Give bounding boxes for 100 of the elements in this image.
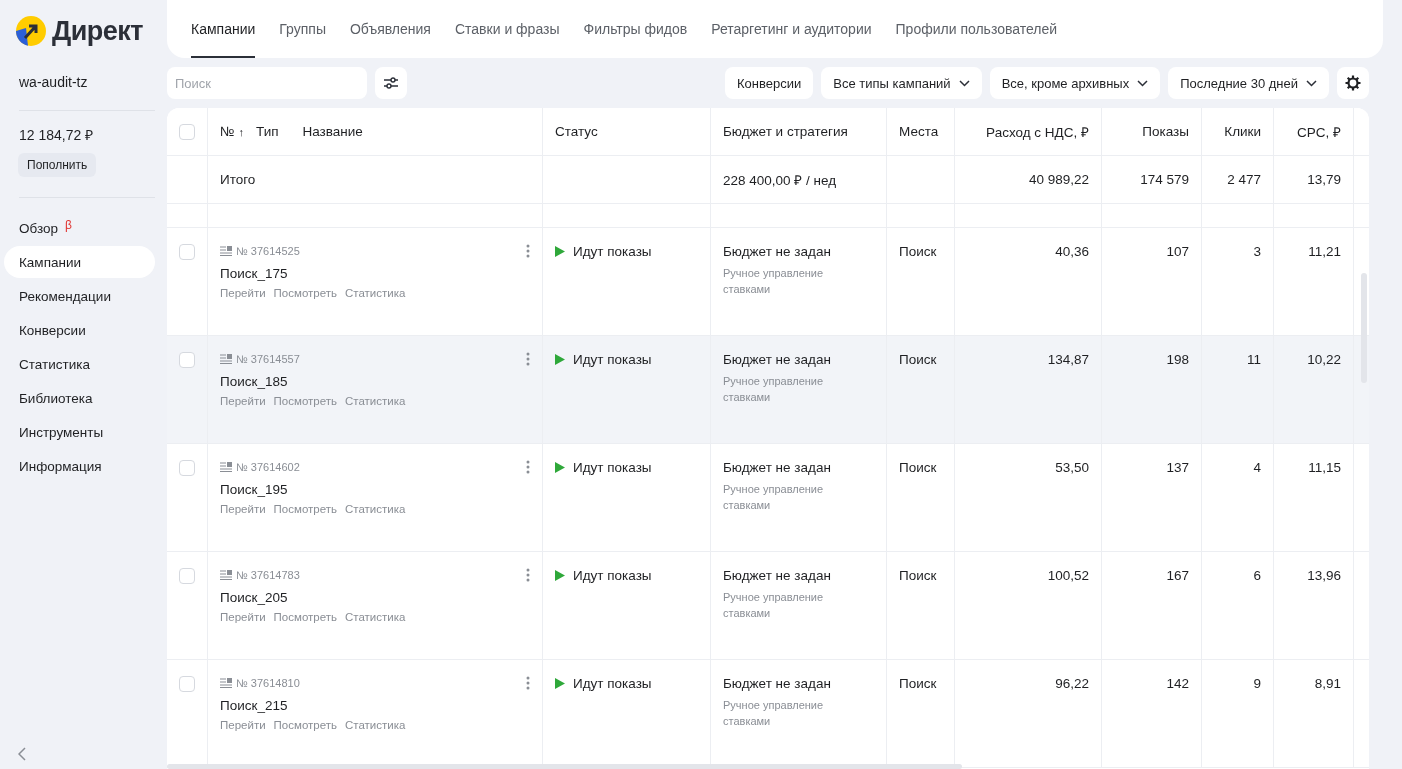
table-cell: 40 989,22 bbox=[1028, 172, 1089, 187]
tab[interactable]: Кампании bbox=[191, 0, 256, 58]
sidebar-item[interactable]: Обзор β bbox=[4, 212, 155, 244]
table-cell: 11 bbox=[1247, 352, 1261, 367]
campaign-type-icon bbox=[220, 246, 232, 256]
sidebar-item-label: Обзор bbox=[19, 220, 58, 236]
campaign-name[interactable]: Поиск_185 bbox=[220, 374, 288, 389]
status-text: Идут показы bbox=[573, 568, 652, 583]
filter-dropdown[interactable]: Последние 30 дней bbox=[1168, 67, 1329, 99]
tab[interactable]: Ретаргетинг и аудитории bbox=[711, 0, 872, 58]
table-cell: Поиск bbox=[899, 676, 937, 691]
campaign-link[interactable]: Статистика bbox=[345, 287, 406, 299]
more-icon[interactable] bbox=[526, 352, 530, 366]
search-field[interactable]: Поиск bbox=[167, 67, 367, 99]
table-cell-text: 228 400,00 ₽ / нед bbox=[723, 171, 837, 189]
tab[interactable]: Ставки и фразы bbox=[454, 0, 560, 58]
budget-text: Бюджет не задан bbox=[723, 676, 831, 691]
table-cell: 134,87 bbox=[1047, 352, 1089, 367]
checkbox[interactable] bbox=[179, 123, 195, 140]
table-cell: 142 bbox=[1166, 676, 1189, 691]
column-header[interactable]: Клики bbox=[1224, 124, 1261, 139]
sidebar-item[interactable]: Статистика bbox=[4, 348, 155, 380]
play-icon bbox=[555, 462, 565, 473]
column-header[interactable]: Места bbox=[899, 124, 939, 139]
filter-settings-button[interactable] bbox=[375, 67, 407, 99]
strategy-text: Ручное управление ставками bbox=[723, 698, 825, 729]
tab[interactable]: Фильтры фидов bbox=[583, 0, 688, 58]
sidebar-item[interactable]: Рекомендации bbox=[4, 280, 155, 312]
table-cell: 11,21 bbox=[1308, 244, 1341, 259]
table-cell: 40,36 bbox=[1055, 244, 1089, 259]
checkbox[interactable] bbox=[179, 352, 195, 368]
table-cell: 198 bbox=[1166, 352, 1189, 367]
strategy-text: Ручное управление ставками bbox=[723, 266, 825, 297]
sliders-icon bbox=[384, 77, 398, 89]
campaign-type-icon bbox=[220, 462, 232, 472]
table-cell: 2 477 bbox=[1227, 172, 1261, 187]
play-icon bbox=[555, 570, 565, 581]
play-icon bbox=[555, 354, 565, 365]
tab[interactable]: Профили пользователей bbox=[895, 0, 1058, 58]
sidebar-item[interactable]: Кампании bbox=[4, 246, 155, 278]
more-icon[interactable] bbox=[526, 460, 530, 474]
settings-button[interactable] bbox=[1337, 67, 1369, 99]
column-header[interactable]: Название bbox=[302, 124, 363, 139]
checkbox[interactable] bbox=[179, 676, 195, 692]
checkbox[interactable] bbox=[179, 460, 195, 476]
campaign-name[interactable]: Поиск_195 bbox=[220, 482, 288, 497]
collapse-icon[interactable] bbox=[18, 747, 26, 761]
play-icon bbox=[555, 246, 565, 257]
column-header[interactable]: № bbox=[220, 124, 235, 139]
column-header[interactable]: Статус bbox=[555, 124, 598, 139]
sidebar-item[interactable]: Конверсии bbox=[4, 314, 155, 346]
column-header[interactable]: Бюджет и стратегия bbox=[723, 124, 848, 139]
status-text: Идут показы bbox=[573, 676, 652, 691]
scrollbar[interactable] bbox=[1361, 273, 1367, 383]
filter-button[interactable]: Конверсии bbox=[725, 67, 814, 99]
sidebar-item[interactable]: Инструменты bbox=[4, 416, 155, 448]
table-cell: 167 bbox=[1166, 568, 1189, 583]
column-header[interactable]: Расход с НДС, ₽ bbox=[986, 122, 1089, 141]
column-header[interactable]: CPC, ₽ bbox=[1297, 122, 1341, 141]
table-cell: Поиск bbox=[899, 352, 937, 367]
filter-dropdown[interactable]: Все типы кампаний bbox=[821, 67, 982, 99]
campaign-name[interactable]: Поиск_215 bbox=[220, 698, 288, 713]
table-cell: 53,50 bbox=[1055, 460, 1089, 475]
checkbox[interactable] bbox=[179, 244, 195, 260]
topup-button[interactable]: Пополнить bbox=[18, 153, 97, 177]
sort-arrow[interactable]: ↑ bbox=[238, 125, 244, 138]
logo-icon bbox=[16, 16, 46, 46]
tab[interactable]: Группы bbox=[279, 0, 326, 58]
checkbox[interactable] bbox=[179, 568, 195, 584]
strategy-text: Ручное управление ставками bbox=[723, 590, 825, 621]
table-cell: 3 bbox=[1253, 244, 1261, 259]
more-icon[interactable] bbox=[526, 244, 530, 258]
table-cell: 13,79 bbox=[1307, 172, 1341, 187]
campaign-number: № 37614783 bbox=[220, 568, 300, 582]
campaign-link[interactable]: Статистика bbox=[345, 611, 406, 623]
sidebar-item[interactable]: Библиотека bbox=[4, 382, 155, 414]
campaign-link[interactable]: Статистика bbox=[345, 719, 406, 731]
more-icon[interactable] bbox=[526, 676, 530, 690]
table-cell: 10,22 bbox=[1307, 352, 1341, 367]
sidebar-item[interactable]: Информация bbox=[4, 450, 155, 482]
campaign-name[interactable]: Поиск_205 bbox=[220, 590, 288, 605]
column-header[interactable]: Тип bbox=[256, 124, 279, 139]
filter-dropdown[interactable]: Все, кроме архивных bbox=[989, 67, 1161, 99]
budget-text: Бюджет не задан bbox=[723, 244, 831, 259]
campaign-name[interactable]: Поиск_175 bbox=[220, 266, 288, 281]
table-cell: Поиск bbox=[899, 244, 937, 259]
account-login: wa-audit-tz bbox=[19, 74, 89, 90]
status-text: Идут показы bbox=[573, 460, 652, 475]
column-header[interactable]: Показы bbox=[1142, 124, 1189, 139]
table-cell: 6 bbox=[1253, 568, 1261, 583]
table-cell: 100,52 bbox=[1047, 568, 1089, 583]
budget-text: Бюджет не задан bbox=[723, 460, 831, 475]
more-icon[interactable] bbox=[526, 568, 530, 582]
table-cell: 96,22 bbox=[1055, 676, 1089, 691]
tab[interactable]: Объявления bbox=[349, 0, 431, 58]
scrollbar[interactable] bbox=[167, 764, 962, 769]
account-balance: 12 184,72 ₽ bbox=[19, 126, 95, 144]
budget-text: Бюджет не задан bbox=[723, 568, 831, 583]
beta-label: β bbox=[65, 218, 72, 232]
campaign-link[interactable]: Статистика bbox=[345, 503, 406, 515]
